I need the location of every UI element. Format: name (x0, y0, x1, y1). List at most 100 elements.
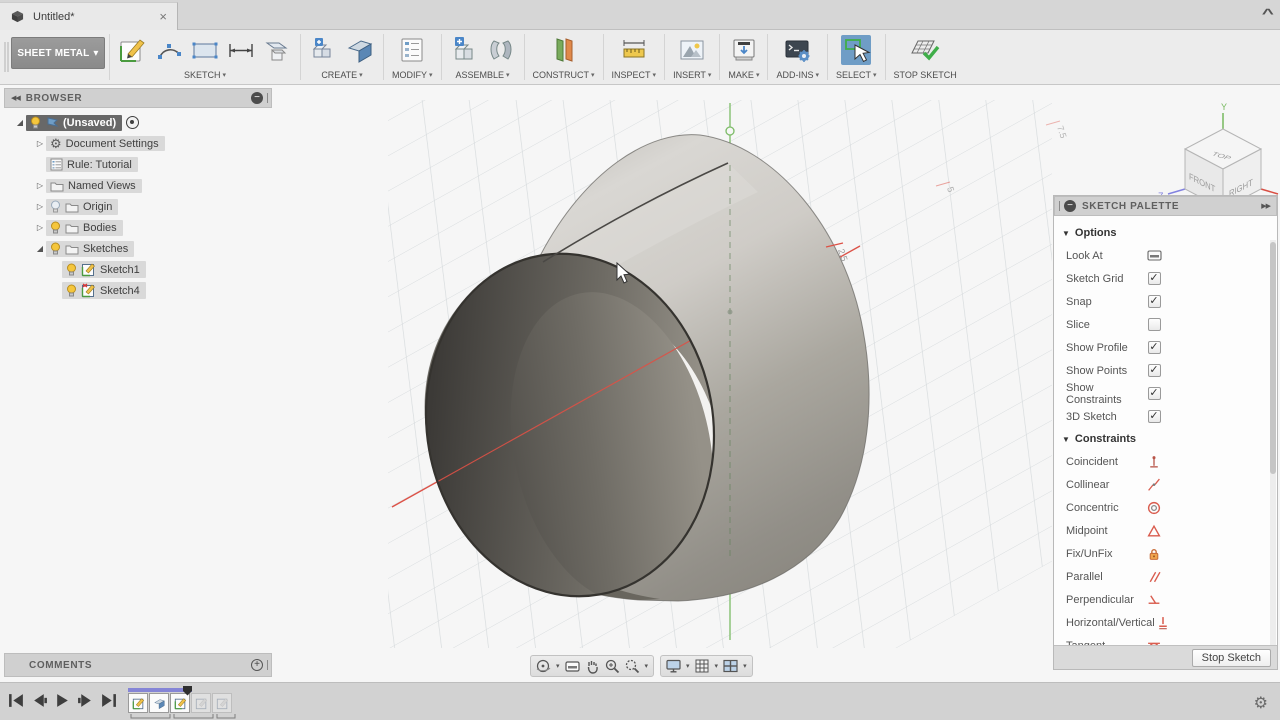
flange-icon[interactable] (345, 35, 375, 65)
constraints-section-header[interactable]: ▼ Constraints (1054, 428, 1277, 450)
sheet-metal-rules-icon[interactable] (397, 35, 427, 65)
tree-expanded-icon[interactable]: ◢ (14, 118, 26, 127)
option-row-slice[interactable]: Slice (1054, 313, 1277, 336)
tree-collapsed-icon[interactable]: ▷ (34, 223, 46, 232)
collinear-icon[interactable] (1147, 478, 1161, 492)
add-comment-icon[interactable]: + (251, 659, 263, 671)
toolbar-collapse-icon[interactable]: ^ (1262, 6, 1274, 21)
chevron-down-icon[interactable]: ▾ (743, 662, 747, 670)
checkbox[interactable]: ✓ (1148, 295, 1161, 308)
step-forward-icon[interactable] (77, 693, 94, 708)
option-row-snap[interactable]: Snap ✓ (1054, 290, 1277, 313)
measure-icon[interactable] (619, 35, 649, 65)
palette-scrollbar[interactable] (1270, 240, 1276, 645)
panel-grip[interactable] (267, 93, 268, 103)
chevron-down-icon[interactable]: ▾ (715, 662, 719, 670)
checkbox[interactable]: ✓ (1148, 341, 1161, 354)
tree-row-origin[interactable]: ▷ Origin (4, 196, 272, 217)
rectangle-tool-icon[interactable] (190, 35, 220, 65)
tree-row-sketches[interactable]: ◢ Sketches (4, 238, 272, 259)
new-component-icon[interactable] (450, 35, 480, 65)
visibility-bulb-icon[interactable] (30, 116, 41, 130)
create-sketch-icon[interactable] (118, 35, 148, 65)
viewcube[interactable]: Y X Z TOP FRONT RIGHT (1158, 102, 1280, 209)
orbit-icon[interactable] (535, 658, 552, 674)
stop-sketch-button[interactable]: Stop Sketch (1192, 649, 1271, 667)
visibility-bulb-icon[interactable] (50, 221, 61, 235)
tab-close-icon[interactable]: × (159, 9, 167, 24)
coincident-icon[interactable] (1147, 455, 1161, 469)
grid-settings-icon[interactable] (694, 658, 711, 674)
toolbar-grip[interactable] (4, 42, 9, 72)
tree-row-bodies[interactable]: ▷ Bodies (4, 217, 272, 238)
constraint-row-coincident[interactable]: Coincident (1054, 450, 1277, 473)
pan-icon[interactable] (584, 658, 601, 674)
timeline-sketch-feature-current[interactable] (170, 693, 190, 713)
comments-header[interactable]: COMMENTS + (4, 653, 272, 677)
option-row-show-points[interactable]: Show Points ✓ (1054, 359, 1277, 382)
option-row-3d-sketch[interactable]: 3D Sketch ✓ (1054, 405, 1277, 428)
look-at-button-icon[interactable] (1147, 249, 1162, 262)
arc-tool-icon[interactable] (154, 35, 184, 65)
panel-expand-icon[interactable]: ▶▶ (1261, 202, 1270, 210)
constraint-row-horizontal-vertical[interactable]: Horizontal/Vertical (1054, 611, 1277, 634)
display-settings-icon[interactable] (665, 658, 682, 674)
timeline-suppressed-feature[interactable] (191, 693, 211, 713)
tangent-icon[interactable] (1147, 639, 1161, 646)
panel-grip[interactable] (1059, 201, 1060, 211)
3d-print-icon[interactable] (729, 35, 759, 65)
tree-row-sketch1[interactable]: Sketch1 (4, 259, 272, 280)
chevron-down-icon[interactable]: ▾ (686, 662, 690, 670)
tree-row-root[interactable]: ◢ (Unsaved) (4, 112, 272, 133)
tree-expanded-icon[interactable]: ◢ (34, 244, 46, 253)
constraint-row-tangent[interactable]: Tangent (1054, 634, 1277, 645)
look-at-icon[interactable] (564, 658, 581, 674)
select-tool-icon[interactable] (841, 35, 871, 65)
go-to-start-icon[interactable] (8, 693, 25, 708)
checkbox[interactable]: ✓ (1148, 272, 1161, 285)
fix-unfix-lock-icon[interactable] (1147, 547, 1161, 561)
create-flange-icon[interactable] (309, 35, 339, 65)
checkbox[interactable]: ✓ (1148, 364, 1161, 377)
zoom-icon[interactable] (604, 658, 621, 674)
option-row-look-at[interactable]: Look At (1054, 244, 1277, 267)
timeline-flange-feature[interactable] (149, 693, 169, 713)
panel-collapse-icon[interactable]: ◀◀ (11, 94, 20, 102)
constraint-row-perpendicular[interactable]: Perpendicular (1054, 588, 1277, 611)
scrollbar-thumb[interactable] (1270, 242, 1276, 474)
browser-header[interactable]: ◀◀ BROWSER − (4, 88, 272, 108)
step-back-icon[interactable] (31, 693, 48, 708)
joint-icon[interactable] (486, 35, 516, 65)
tree-row-sketch4[interactable]: Sketch4 (4, 280, 272, 301)
panel-grip[interactable] (267, 660, 268, 670)
parallel-icon[interactable] (1147, 570, 1161, 584)
document-tab[interactable]: Untitled* × (0, 2, 178, 30)
tree-collapsed-icon[interactable]: ▷ (34, 139, 46, 148)
visibility-bulb-off-icon[interactable] (50, 200, 61, 214)
checkbox[interactable] (1148, 318, 1161, 331)
timeline-playhead-marker[interactable] (183, 686, 193, 696)
visibility-bulb-icon[interactable] (50, 242, 61, 256)
construction-plane-icon[interactable] (549, 35, 579, 65)
go-to-end-icon[interactable] (100, 693, 117, 708)
tree-collapsed-icon[interactable]: ▷ (34, 202, 46, 211)
tree-row-document-settings[interactable]: ▷ ⚙ Document Settings (4, 133, 272, 154)
panel-hide-icon[interactable]: − (251, 92, 263, 104)
constraint-row-parallel[interactable]: Parallel (1054, 565, 1277, 588)
tree-row-rule[interactable]: Rule: Tutorial (4, 154, 272, 175)
stop-sketch-icon[interactable] (910, 35, 940, 65)
chevron-down-icon[interactable]: ▾ (556, 662, 560, 670)
tree-collapsed-icon[interactable]: ▷ (34, 181, 46, 190)
sketch-palette-header[interactable]: − SKETCH PALETTE ▶▶ (1054, 196, 1277, 216)
option-row-show-constraints[interactable]: Show Constraints ✓ (1054, 382, 1277, 405)
preferences-gear-icon[interactable]: ⚙ (1254, 693, 1268, 713)
zoom-window-icon[interactable] (624, 658, 641, 674)
options-section-header[interactable]: ▼ Options (1054, 222, 1277, 244)
concentric-icon[interactable] (1147, 501, 1161, 515)
checkbox[interactable]: ✓ (1148, 387, 1161, 400)
visibility-bulb-icon[interactable] (66, 263, 77, 277)
workspace-selector[interactable]: SHEET METAL ▾ (11, 37, 105, 69)
tree-row-named-views[interactable]: ▷ Named Views (4, 175, 272, 196)
insert-image-icon[interactable] (677, 35, 707, 65)
project-include-icon[interactable] (262, 35, 292, 65)
